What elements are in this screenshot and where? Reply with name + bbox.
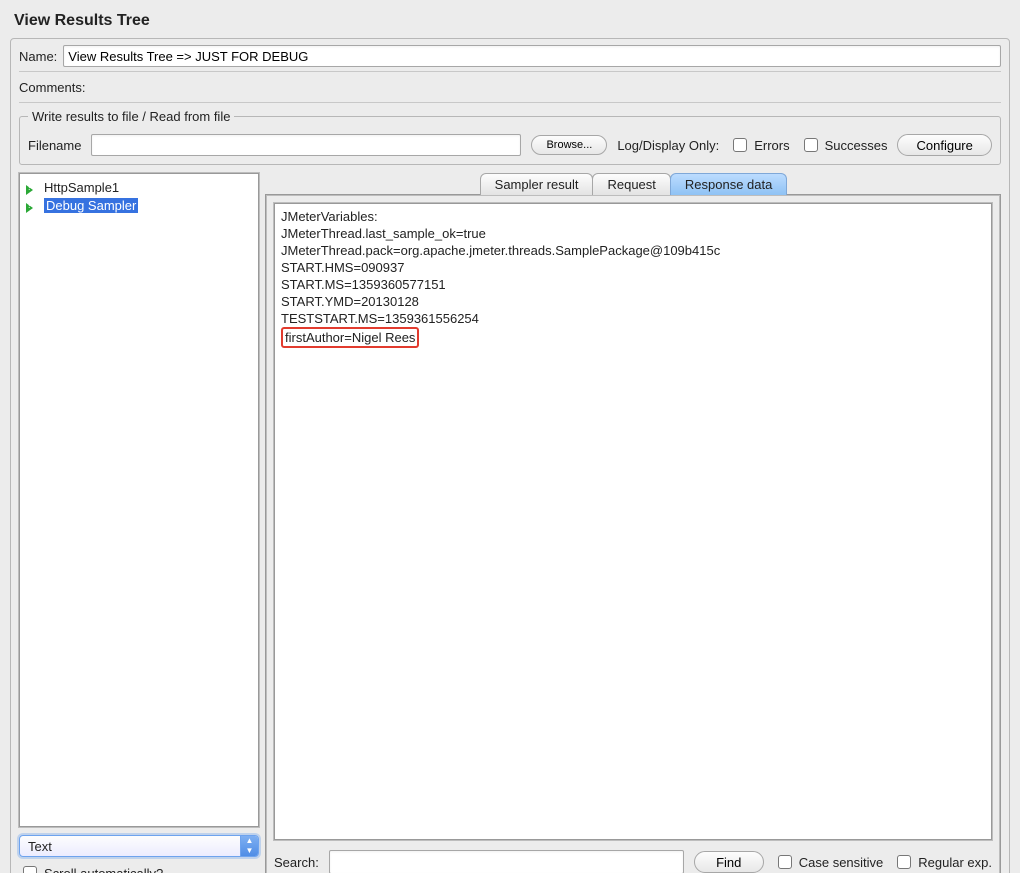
tree-node-label: HttpSample1: [44, 180, 119, 195]
tree-node-debug-sampler[interactable]: Debug Sampler: [22, 196, 256, 214]
renderer-select[interactable]: Text ▲▼: [19, 835, 259, 857]
tree-node-label: Debug Sampler: [44, 198, 138, 213]
results-tree[interactable]: HttpSample1 Debug Sampler: [19, 173, 259, 827]
browse-button[interactable]: Browse...: [531, 135, 607, 155]
filename-field[interactable]: [91, 134, 521, 156]
response-panel: JMeterVariables:JMeterThread.last_sample…: [265, 194, 1001, 873]
errors-checkbox[interactable]: Errors: [729, 135, 789, 155]
view-results-tree-window: View Results Tree Name: Comments: Write …: [0, 0, 1020, 873]
errors-checkbox-label: Errors: [754, 138, 789, 153]
successes-checkbox[interactable]: Successes: [800, 135, 888, 155]
panel-title: View Results Tree: [14, 12, 1010, 30]
highlight-firstauthor: firstAuthor=Nigel Rees: [281, 327, 419, 348]
find-button[interactable]: Find: [694, 851, 764, 873]
write-results-fieldset: Write results to file / Read from file F…: [19, 109, 1001, 165]
regular-exp-checkbox[interactable]: Regular exp.: [893, 852, 992, 872]
select-stepper-icon: ▲▼: [240, 836, 258, 856]
renderer-select-value: Text: [28, 839, 52, 854]
tab-response-data[interactable]: Response data: [670, 173, 787, 195]
name-field[interactable]: [63, 45, 1001, 67]
tree-node-httpsample1[interactable]: HttpSample1: [22, 178, 256, 196]
tab-request[interactable]: Request: [592, 173, 670, 195]
success-icon: [26, 198, 40, 212]
filename-label: Filename: [28, 136, 81, 155]
success-icon: [26, 180, 40, 194]
configure-button[interactable]: Configure: [897, 134, 991, 156]
comments-field[interactable]: [91, 76, 1001, 98]
write-results-legend: Write results to file / Read from file: [28, 109, 234, 124]
scroll-automatically-checkbox[interactable]: Scroll automatically?: [19, 863, 163, 873]
name-label: Name:: [19, 47, 57, 66]
logdisplay-label: Log/Display Only:: [617, 136, 719, 155]
regular-exp-label: Regular exp.: [918, 855, 992, 870]
search-label: Search:: [274, 853, 319, 872]
main-panel: Name: Comments: Write results to file / …: [10, 38, 1010, 873]
comments-label: Comments:: [19, 78, 85, 97]
successes-checkbox-label: Successes: [825, 138, 888, 153]
tab-sampler-result[interactable]: Sampler result: [480, 173, 594, 195]
response-text-area[interactable]: JMeterVariables:JMeterThread.last_sample…: [274, 203, 992, 840]
case-sensitive-label: Case sensitive: [799, 855, 884, 870]
detail-tabs: Sampler result Request Response data: [265, 173, 1001, 195]
search-field[interactable]: [329, 850, 684, 873]
scroll-automatically-label: Scroll automatically?: [44, 866, 163, 873]
case-sensitive-checkbox[interactable]: Case sensitive: [774, 852, 884, 872]
